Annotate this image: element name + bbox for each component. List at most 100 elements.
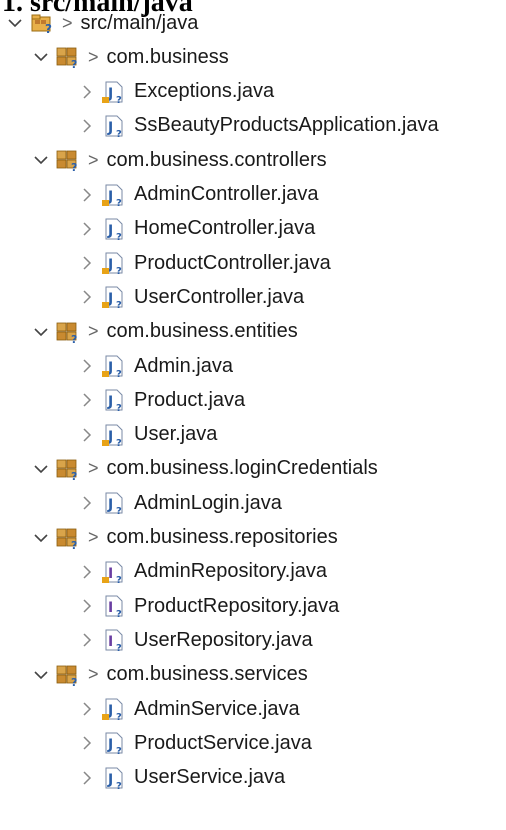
tree-file-ssbeautyproductsapplication-java[interactable]: J? SsBeautyProductsApplication.java xyxy=(76,109,439,143)
svg-text:J: J xyxy=(107,497,113,513)
expand-chevron-icon[interactable] xyxy=(4,6,26,40)
tree-file-userrepository-java[interactable]: I? UserRepository.java xyxy=(76,623,313,657)
svg-text:?: ? xyxy=(71,161,77,172)
java-class-icon: J? xyxy=(102,697,126,721)
package-label: com.business.loginCredentials xyxy=(106,457,378,480)
package-icon: ? xyxy=(56,320,80,344)
tree-package-com-business-entities[interactable]: ? > com.business.entities xyxy=(30,315,298,349)
tree-file-adminlogin-java[interactable]: J? AdminLogin.java xyxy=(76,486,282,520)
svg-text:?: ? xyxy=(116,266,122,275)
decoration-marker: > xyxy=(88,149,99,170)
svg-text:?: ? xyxy=(71,333,77,344)
expand-chevron-icon[interactable] xyxy=(76,280,98,314)
expand-chevron-icon[interactable] xyxy=(76,486,98,520)
java-class-icon: J? xyxy=(102,731,126,755)
file-label: UserService.java xyxy=(134,766,286,789)
svg-text:J: J xyxy=(107,737,113,753)
file-label: AdminController.java xyxy=(134,183,319,205)
tree-root-label: src/main/java xyxy=(80,11,199,34)
java-class-icon: J? xyxy=(102,423,126,447)
svg-text:I: I xyxy=(108,634,113,650)
expand-chevron-icon[interactable] xyxy=(76,761,98,795)
tree-file-productservice-java[interactable]: J? ProductService.java xyxy=(76,726,312,760)
package-label: com.business.services xyxy=(106,663,308,686)
svg-text:?: ? xyxy=(116,781,122,790)
package-icon: ? xyxy=(56,457,80,481)
tree-package-com-business-repositories[interactable]: ? > com.business.repositories xyxy=(30,521,338,555)
expand-chevron-icon[interactable] xyxy=(30,452,52,486)
file-label: AdminRepository.java xyxy=(134,560,328,583)
decoration-marker: > xyxy=(88,527,99,547)
svg-text:?: ? xyxy=(116,403,122,412)
tree-file-userservice-java[interactable]: J? UserService.java xyxy=(76,761,285,795)
svg-text:J: J xyxy=(107,394,113,410)
tree-file-productrepository-java[interactable]: I? ProductRepository.java xyxy=(76,589,339,623)
tree-file-homecontroller-java[interactable]: J? HomeController.java xyxy=(76,212,315,246)
svg-text:?: ? xyxy=(116,198,122,207)
expand-chevron-icon[interactable] xyxy=(76,383,98,417)
expand-chevron-icon[interactable] xyxy=(76,178,98,212)
tree-file-admin-java[interactable]: J? Admin.java xyxy=(76,349,233,383)
source-folder-icon: ? xyxy=(30,11,54,35)
svg-text:?: ? xyxy=(116,369,122,378)
expand-chevron-icon[interactable] xyxy=(30,658,52,692)
svg-text:?: ? xyxy=(116,129,122,138)
java-interface-icon: I? xyxy=(102,594,126,618)
expand-chevron-icon[interactable] xyxy=(76,246,98,280)
tree-file-adminrepository-java[interactable]: I? AdminRepository.java xyxy=(76,555,327,589)
package-label: com.business.repositories xyxy=(106,526,338,548)
package-label: com.business.entities xyxy=(106,320,298,343)
tree-file-product-java[interactable]: J? Product.java xyxy=(76,383,245,417)
expand-chevron-icon[interactable] xyxy=(76,589,98,623)
tree-file-exceptions-java[interactable]: J? Exceptions.java xyxy=(76,75,274,109)
tree-file-adminservice-java[interactable]: J? AdminService.java xyxy=(76,692,300,726)
svg-text:J: J xyxy=(107,120,113,136)
expand-chevron-icon[interactable] xyxy=(76,555,98,589)
tree-package-com-business-logincredentials[interactable]: ? > com.business.loginCredentials xyxy=(30,452,378,486)
file-label: User.java xyxy=(134,423,218,446)
expand-chevron-icon[interactable] xyxy=(30,521,52,555)
file-label: HomeController.java xyxy=(134,217,316,240)
expand-chevron-icon[interactable] xyxy=(30,143,52,177)
expand-chevron-icon[interactable] xyxy=(76,418,98,452)
tree-file-user-java[interactable]: J? User.java xyxy=(76,418,217,452)
java-class-icon: J? xyxy=(102,80,126,104)
expand-chevron-icon[interactable] xyxy=(76,726,98,760)
package-label: com.business.controllers xyxy=(106,148,327,171)
file-label: Product.java xyxy=(134,388,246,411)
file-label: AdminLogin.java xyxy=(134,491,282,514)
decoration-marker: > xyxy=(88,321,99,342)
package-icon: ? xyxy=(56,663,80,687)
decoration-marker: > xyxy=(88,46,99,67)
file-label: SsBeautyProductsApplication.java xyxy=(134,114,439,137)
tree-root-src-main-java[interactable]: ? > src/main/java xyxy=(4,6,198,40)
tree-file-admincontroller-java[interactable]: J? AdminController.java xyxy=(76,178,319,212)
tree-package-com-business-controllers[interactable]: ? > com.business.controllers xyxy=(30,143,327,177)
package-icon: ? xyxy=(56,526,80,550)
svg-text:J: J xyxy=(107,772,113,788)
svg-text:?: ? xyxy=(71,470,77,481)
tree-file-usercontroller-java[interactable]: J? UserController.java xyxy=(76,280,304,314)
java-class-icon: J? xyxy=(102,491,126,515)
package-icon: ? xyxy=(56,45,80,69)
package-label: com.business xyxy=(106,45,229,68)
decoration-marker: > xyxy=(62,12,73,33)
java-interface-icon: I? xyxy=(102,628,126,652)
file-label: UserRepository.java xyxy=(134,628,313,651)
java-class-icon: J? xyxy=(102,388,126,412)
expand-chevron-icon[interactable] xyxy=(76,109,98,143)
svg-text:?: ? xyxy=(116,712,122,721)
tree-package-com-business-services[interactable]: ? > com.business.services xyxy=(30,658,308,692)
tree-file-productcontroller-java[interactable]: J? ProductController.java xyxy=(76,246,331,280)
svg-text:?: ? xyxy=(71,539,77,550)
expand-chevron-icon[interactable] xyxy=(76,349,98,383)
expand-chevron-icon[interactable] xyxy=(76,692,98,726)
svg-text:?: ? xyxy=(116,438,122,447)
expand-chevron-icon[interactable] xyxy=(76,212,98,246)
svg-text:?: ? xyxy=(71,676,77,687)
tree-package-com-business[interactable]: ? > com.business xyxy=(30,40,229,74)
expand-chevron-icon[interactable] xyxy=(76,623,98,657)
expand-chevron-icon[interactable] xyxy=(30,40,52,74)
expand-chevron-icon[interactable] xyxy=(30,315,52,349)
expand-chevron-icon[interactable] xyxy=(76,75,98,109)
